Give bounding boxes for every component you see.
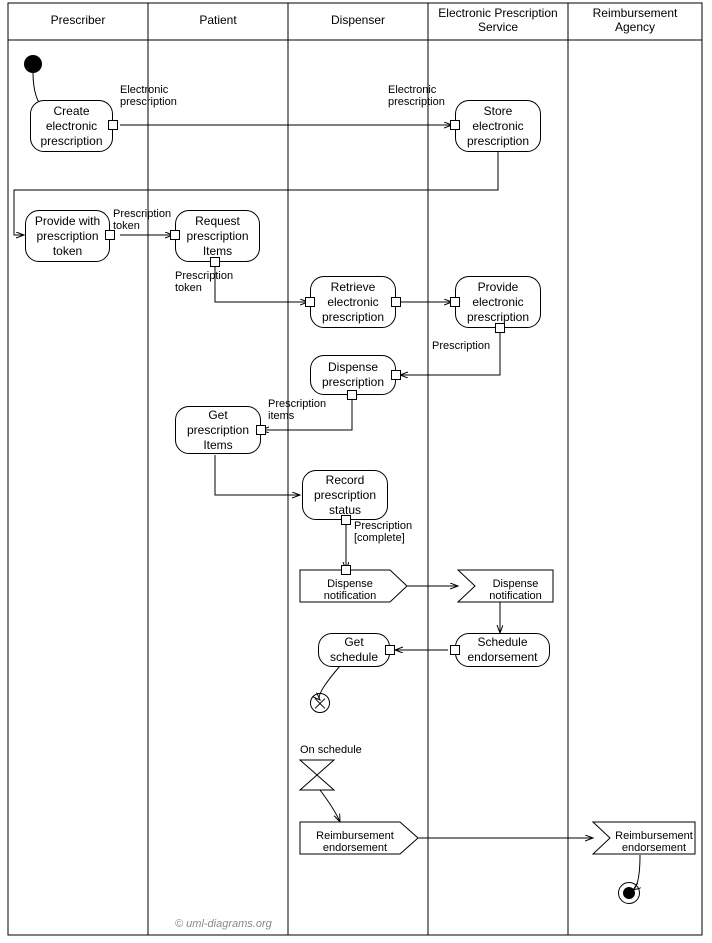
pin [256,425,266,435]
send-signal-dispense-notification: Dispense notification [310,578,390,602]
edge-label: Prescription [complete] [354,520,429,544]
lane-header-patient: Patient [148,0,288,40]
pin [210,257,220,267]
pin [450,120,460,130]
lane-header-eps: Electronic Prescription Service [428,0,568,40]
pin [341,565,351,575]
flow-final [310,693,330,713]
pin [341,515,351,525]
activity-final [618,882,640,904]
activity-get-items: Get prescription Items [175,406,261,454]
pin [450,297,460,307]
time-event-on-schedule: On schedule [300,744,362,756]
accept-event-reimbursement: Reimbursement endorsement [613,830,695,854]
edge-label: Prescription token [113,208,183,232]
edge-label: Prescription token [175,270,245,294]
activity-retrieve-rx: Retrieve electronic prescription [310,276,396,328]
pin [385,645,395,655]
pin [347,390,357,400]
pin [108,120,118,130]
edge-label: Prescription [432,340,490,352]
activity-create-rx: Create electronic prescription [30,100,113,152]
activity-schedule-endorsement: Schedule endorsement [455,633,550,667]
activity-get-schedule: Get schedule [318,633,390,667]
edge-label: Prescription items [268,398,338,422]
pin [495,323,505,333]
copyright: © uml-diagrams.org [175,918,272,930]
edge-label: Electronic prescription [388,84,458,108]
pin [391,370,401,380]
activity-diagram: Prescriber Patient Dispenser Electronic … [0,0,712,943]
pin [450,645,460,655]
lane-header-dispenser: Dispenser [288,0,428,40]
activity-provide-rx: Provide electronic prescription [455,276,541,328]
edge-label: Electronic prescription [120,84,190,108]
accept-event-dispense-notification: Dispense notification [478,578,553,602]
initial-node [24,55,42,73]
pin [391,297,401,307]
activity-dispense-rx: Dispense prescription [310,355,396,395]
pin [305,297,315,307]
activity-store-rx: Store electronic prescription [455,100,541,152]
lane-header-reimbursement: Reimbursement Agency [568,0,702,40]
activity-request-items: Request prescription Items [175,210,260,262]
lane-header-prescriber: Prescriber [8,0,148,40]
activity-provide-token: Provide with prescription token [25,210,110,262]
send-signal-reimbursement: Reimbursement endorsement [305,830,405,854]
activity-record-status: Record prescription status [302,470,388,520]
